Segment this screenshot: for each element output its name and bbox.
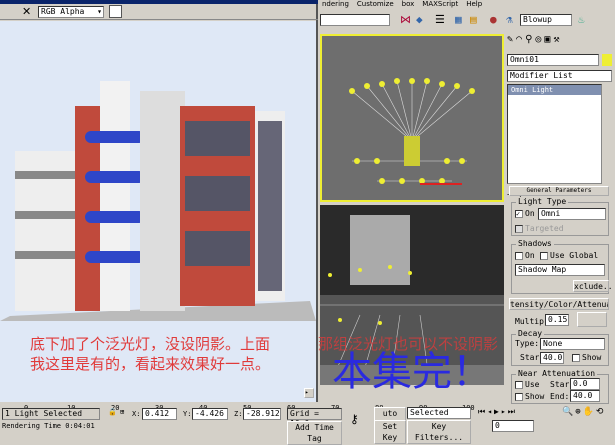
decay-show-checkbox[interactable]: Show — [572, 353, 601, 362]
near-show-checkbox[interactable]: Show — [515, 392, 544, 401]
annotation-line-1: 底下加了个泛光灯，没设阴影。上面 — [30, 335, 271, 353]
decay-type-dropdown[interactable]: None — [540, 338, 605, 350]
x-coordinate[interactable]: 0.412 — [142, 408, 177, 420]
create-tab-icon[interactable]: ✎ — [507, 34, 516, 45]
next-frame-icon[interactable]: ▸ — [501, 407, 508, 416]
grid-status: Grid = 10.0 — [287, 408, 342, 428]
multiplier-label: Multip: — [515, 317, 549, 326]
chevron-down-icon: ▾ — [97, 7, 102, 16]
viewport-nav-controls: 🔍⊕✋⟲ — [562, 407, 614, 417]
rollout-general-parameters[interactable]: General Parameters — [509, 186, 609, 196]
shadow-type-dropdown[interactable]: Shadow Map — [515, 264, 605, 276]
abs-mode-icon[interactable]: ⊞ — [120, 408, 124, 416]
light-type-dropdown[interactable]: Omni — [538, 208, 606, 220]
near-start-label: Star — [550, 380, 570, 389]
x-label: X: — [132, 410, 141, 418]
orbit-icon[interactable]: ⟲ — [596, 407, 606, 417]
light-color-swatch[interactable] — [577, 312, 607, 327]
layers-icon[interactable]: ☰ — [435, 13, 445, 26]
schematic-icon[interactable]: ▤ — [470, 13, 477, 26]
mirror-icon[interactable]: ⋈ — [400, 13, 411, 26]
key-mode-dropdown[interactable]: Selected — [407, 407, 471, 419]
light-on-checkbox[interactable]: ✓ On — [515, 209, 535, 218]
render-type-dropdown[interactable]: Blowup — [520, 14, 572, 26]
end-text-dot — [543, 335, 549, 373]
command-tabs: ✎◠⚲◎▣⚒ — [507, 34, 562, 45]
z-label: Z: — [234, 410, 243, 418]
use-global-checkbox[interactable]: Use Global — [540, 251, 598, 260]
add-time-tag-button[interactable]: Add Time Tag — [287, 421, 342, 445]
set-key-button[interactable]: Set Key — [374, 420, 406, 444]
building-render — [0, 81, 316, 321]
render-scene-icon[interactable]: ⚗ — [506, 13, 513, 26]
render-toolbar: ✕ RGB Alpha ▾ — [0, 4, 318, 20]
near-use-checkbox[interactable]: Use — [515, 380, 539, 389]
align-icon[interactable]: ◆ — [416, 13, 423, 26]
exclude-button[interactable]: xclude.. — [573, 280, 613, 292]
key-icon[interactable]: ⚷ — [350, 412, 359, 426]
annotation-line-1-overlay: 那组泛光灯也可以不设阴影 — [318, 335, 499, 353]
rendered-image: 底下加了个泛光灯，没设阴影。上面 我这里是有的，看起来效果好一点。 ▸ — [0, 21, 316, 402]
hierarchy-tab-icon[interactable]: ⚲ — [525, 34, 535, 45]
rollout-intensity[interactable]: tensity/Color/Attenuati — [509, 298, 609, 310]
targeted-checkbox[interactable]: Targeted — [515, 224, 564, 233]
main-toolbar: ⋈ ◆ ☰ ▦ ▤ ● ⚗ Blowup ♨ — [320, 10, 615, 30]
stack-item-omni-light[interactable]: Omni Light — [508, 85, 601, 95]
decay-group: Decay Type: None Star 40.0 Show — [511, 329, 609, 366]
menu-bar: ndering Customize box MAXScript Help — [320, 0, 615, 10]
prompt-line: Rendering Time 0:04:01 — [2, 422, 95, 430]
current-frame-field[interactable]: 0 — [492, 420, 534, 432]
modifier-stack: Omni Light — [507, 84, 602, 184]
selection-set-dropdown[interactable] — [320, 14, 390, 26]
y-coordinate[interactable]: -4.426 — [192, 408, 228, 420]
light-type-group: Light Type ✓ On Omni Targeted — [511, 197, 609, 236]
zoom-icon[interactable]: 🔍 — [562, 407, 575, 417]
shadows-on-checkbox[interactable]: On — [515, 251, 535, 260]
curve-editor-icon[interactable]: ▦ — [455, 13, 462, 26]
object-color-swatch[interactable] — [602, 54, 612, 66]
object-name-field[interactable]: Omni01 — [507, 54, 599, 66]
utilities-tab-icon[interactable]: ⚒ — [553, 34, 562, 45]
render-window: ✕ RGB Alpha ▾ 底下加了个泛光灯，没设阴影。上面 我这里是有的，看起来… — [0, 0, 318, 402]
modify-tab-icon[interactable]: ◠ — [516, 34, 525, 45]
omni-light-gizmos — [349, 78, 475, 185]
selection-status: 1 Light Selected — [2, 408, 100, 420]
channel-select[interactable]: RGB Alpha ▾ — [38, 6, 104, 18]
viewport-top[interactable] — [320, 34, 504, 202]
play-icon[interactable]: ▶ — [494, 407, 501, 416]
lock-icon[interactable]: 🔒 — [108, 408, 117, 416]
zoom-all-icon[interactable]: ⊕ — [575, 407, 582, 417]
menu-rendering[interactable]: ndering — [322, 0, 349, 10]
pan-icon[interactable]: ✋ — [583, 407, 596, 417]
near-start-spinner[interactable]: 0.0 — [570, 378, 600, 390]
modifier-list-dropdown[interactable]: Modifier List — [507, 70, 612, 82]
goto-end-icon[interactable]: ⏭ — [508, 407, 517, 416]
status-bar: 1 Light Selected 🔒 ⊞ X: 0.412 Y: -4.426 … — [0, 406, 615, 445]
near-end-label: End: — [550, 392, 570, 401]
annotation-line-2: 我这里是有的，看起来效果好一点。 — [30, 355, 271, 373]
color-swatch[interactable] — [109, 5, 122, 18]
menu-maxscript[interactable]: MAXScript — [422, 0, 458, 10]
playback-controls: ⏮◂▶▸⏭ — [478, 407, 517, 417]
key-filters-button[interactable]: Key Filters... — [407, 420, 471, 444]
scroll-arrow[interactable]: ▸ — [304, 388, 314, 398]
menu-help[interactable]: Help — [466, 0, 482, 10]
clear-icon[interactable]: ✕ — [22, 5, 31, 18]
near-end-spinner[interactable]: 40.0 — [570, 390, 600, 402]
menu-customize[interactable]: Customize — [357, 0, 394, 10]
command-panel: ✎◠⚲◎▣⚒ Omni01 Modifier List Omni Light ⊥… — [505, 30, 615, 405]
y-label: Y: — [183, 410, 192, 418]
goto-start-icon[interactable]: ⏮ — [478, 407, 487, 416]
z-coordinate[interactable]: -28.912 — [243, 408, 281, 420]
prev-frame-icon[interactable]: ◂ — [487, 407, 494, 416]
decay-start-label: Star — [520, 353, 540, 362]
end-text: 本集完！ — [332, 349, 492, 395]
quick-render-icon[interactable]: ♨ — [578, 13, 585, 26]
menu-box[interactable]: box — [402, 0, 415, 10]
decay-type-label: Type: — [515, 339, 540, 348]
material-editor-icon[interactable]: ● — [490, 13, 497, 26]
near-attenuation-group: Near Attenuation Use Star 0.0 Show End: … — [511, 369, 609, 404]
multiplier-spinner[interactable]: 0.15 — [545, 314, 569, 326]
